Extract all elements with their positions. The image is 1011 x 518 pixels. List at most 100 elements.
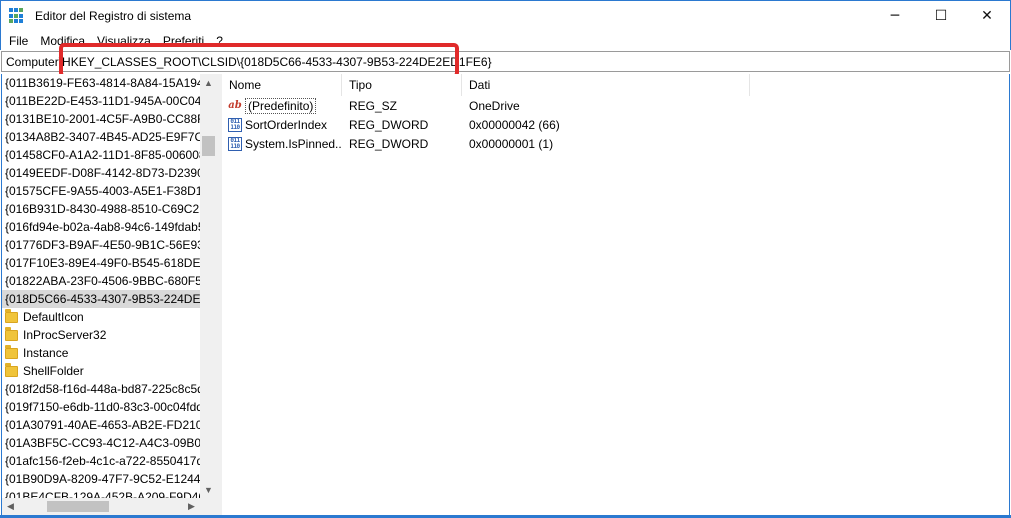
values-pane[interactable]: Nome Tipo Dati ab (Predefinito) REG_SZ OneD…	[222, 74, 1010, 515]
menu-file[interactable]: File	[3, 34, 34, 48]
tree-key-item[interactable]: {019f7150-e6db-11d0-83c3-00c04fdd	[2, 398, 200, 416]
tree-item-label: {017F10E3-89E4-49F0-B545-618DE31F	[5, 256, 200, 270]
title-bar: Editor del Registro di sistema ─ ☐ ✕	[0, 0, 1011, 31]
key-tree-list: {011B3619-FE63-4814-8A84-15A194C {011BE22…	[2, 74, 200, 498]
hscroll-thumb[interactable]	[47, 501, 109, 512]
tree-item-label: {0131BE10-2001-4C5F-A9B0-CC88FAI	[5, 112, 200, 126]
value-type: REG_SZ	[349, 98, 398, 113]
tree-item-label: {0149EEDF-D08F-4142-8D73-D23903D	[5, 166, 200, 180]
tree-item-label: {01575CFE-9A55-4003-A5E1-F38D1EE	[5, 184, 200, 198]
tree-subkey-item[interactable]: Instance	[2, 344, 200, 362]
tree-vertical-scrollbar[interactable]: ▲ ▼	[200, 74, 216, 498]
tree-item-label: DefaultIcon	[23, 310, 84, 324]
value-list: ab (Predefinito) REG_SZ OneDrive 011 110 Sort…	[222, 96, 1009, 153]
tree-key-item[interactable]: {016B931D-8430-4988-8510-C69C214	[2, 200, 200, 218]
column-header-data[interactable]: Dati	[462, 74, 750, 96]
tree-key-item[interactable]: {01BE4CFB-129A-452B-A209-F9D40B	[2, 488, 200, 498]
minimize-button[interactable]: ─	[872, 1, 918, 31]
regedit-app-icon	[9, 8, 25, 24]
binary-value-icon: 011 110	[228, 136, 242, 151]
value-name-cell: 011 110 System.IsPinned...	[222, 136, 342, 151]
tree-item-label: {011BE22D-E453-11D1-945A-00C04FE	[5, 94, 200, 108]
tree-key-item[interactable]: {0149EEDF-D08F-4142-8D73-D23903D	[2, 164, 200, 182]
tree-horizontal-scrollbar[interactable]: ◀ ▶	[2, 498, 200, 515]
value-name: SortOrderIndex	[245, 117, 328, 132]
tree-key-item[interactable]: {01458CF0-A1A2-11D1-8F85-0060089	[2, 146, 200, 164]
string-value-icon: ab	[228, 100, 242, 111]
tree-item-label: ShellFolder	[23, 364, 84, 378]
tree-key-item[interactable]: {018D5C66-4533-4307-9B53-224DE2E	[2, 290, 200, 308]
tree-item-label: {018D5C66-4533-4307-9B53-224DE2E	[5, 292, 200, 306]
scroll-corner	[200, 498, 216, 515]
tree-item-label: {011B3619-FE63-4814-8A84-15A194C	[5, 76, 200, 90]
tree-key-item[interactable]: {017F10E3-89E4-49F0-B545-618DE31F	[2, 254, 200, 272]
tree-item-label: {01afc156-f2eb-4c1c-a722-8550417d3	[5, 454, 200, 468]
scroll-down-icon[interactable]: ▼	[200, 481, 216, 498]
tree-key-item[interactable]: {018f2d58-f16d-448a-bd87-225c8c5d	[2, 380, 200, 398]
scroll-left-icon[interactable]: ◀	[2, 498, 19, 515]
address-path: Computer\HKEY_CLASSES_ROOT\CLSID\{018D5C…	[6, 54, 492, 69]
tree-item-label: {01458CF0-A1A2-11D1-8F85-0060089	[5, 148, 200, 162]
tree-key-item[interactable]: {01afc156-f2eb-4c1c-a722-8550417d3	[2, 452, 200, 470]
column-headers: Nome Tipo Dati	[222, 74, 1009, 96]
value-name: System.IsPinned...	[245, 136, 342, 151]
folder-icon	[5, 326, 18, 341]
scroll-up-icon[interactable]: ▲	[200, 74, 216, 91]
value-type: REG_DWORD	[349, 117, 429, 132]
tree-item-label: {01A3BF5C-CC93-4C12-A4C3-09B0BI	[5, 436, 200, 450]
value-name-cell: 011 110 SortOrderIndex	[222, 117, 342, 132]
close-button[interactable]: ✕	[964, 1, 1010, 31]
value-row[interactable]: ab (Predefinito) REG_SZ OneDrive	[222, 96, 1009, 115]
address-bar[interactable]: Computer\HKEY_CLASSES_ROOT\CLSID\{018D5C…	[1, 51, 1010, 72]
tree-key-item[interactable]: {01A3BF5C-CC93-4C12-A4C3-09B0BI	[2, 434, 200, 452]
maximize-button[interactable]: ☐	[918, 1, 964, 31]
binary-value-icon: 011 110	[228, 117, 242, 132]
menu-modifica[interactable]: Modifica	[34, 34, 91, 48]
menu-bar: File Modifica Visualizza Preferiti ?	[0, 31, 1011, 50]
tree-item-label: {016fd94e-b02a-4ab8-94c6-149fdab5	[5, 220, 200, 234]
tree-key-item[interactable]: {01B90D9A-8209-47F7-9C52-E1244BF	[2, 470, 200, 488]
tree-item-label: {0134A8B2-3407-4B45-AD25-E9F7C92	[5, 130, 200, 144]
menu-preferiti[interactable]: Preferiti	[157, 34, 210, 48]
column-header-name[interactable]: Nome	[222, 74, 342, 96]
value-row[interactable]: 011 110 System.IsPinned... REG_DWORD 0x0000…	[222, 134, 1009, 153]
menu-visualizza[interactable]: Visualizza	[91, 34, 157, 48]
value-name: (Predefinito)	[245, 97, 317, 114]
key-tree-pane[interactable]: {011B3619-FE63-4814-8A84-15A194C {011BE22…	[1, 74, 216, 515]
tree-key-item[interactable]: {011B3619-FE63-4814-8A84-15A194C	[2, 74, 200, 92]
tree-item-label: InProcServer32	[23, 328, 107, 342]
window-title: Editor del Registro di sistema	[35, 9, 192, 23]
tree-item-label: {01A30791-40AE-4653-AB2E-FD21001	[5, 418, 200, 432]
folder-icon	[5, 308, 18, 323]
tree-item-label: {01B90D9A-8209-47F7-9C52-E1244BF	[5, 472, 200, 486]
value-type: REG_DWORD	[349, 136, 429, 151]
tree-key-item[interactable]: {0134A8B2-3407-4B45-AD25-E9F7C92	[2, 128, 200, 146]
tree-item-label: {016B931D-8430-4988-8510-C69C214	[5, 202, 200, 216]
tree-item-label: Instance	[23, 346, 69, 360]
tree-key-item[interactable]: {01822ABA-23F0-4506-9BBC-680F5D(	[2, 272, 200, 290]
folder-icon	[5, 344, 18, 359]
scroll-thumb[interactable]	[202, 136, 215, 156]
tree-subkey-item[interactable]: ShellFolder	[2, 362, 200, 380]
value-data: 0x00000001 (1)	[469, 136, 554, 151]
tree-subkey-item[interactable]: InProcServer32	[2, 326, 200, 344]
tree-key-item[interactable]: {016fd94e-b02a-4ab8-94c6-149fdab5	[2, 218, 200, 236]
tree-key-item[interactable]: {01575CFE-9A55-4003-A5E1-F38D1EE	[2, 182, 200, 200]
folder-icon	[5, 362, 18, 377]
tree-item-label: {01822ABA-23F0-4506-9BBC-680F5D(	[5, 274, 200, 288]
value-row[interactable]: 011 110 SortOrderIndex REG_DWORD 0x00000042…	[222, 115, 1009, 134]
tree-subkey-item[interactable]: DefaultIcon	[2, 308, 200, 326]
tree-item-label: {019f7150-e6db-11d0-83c3-00c04fdd	[5, 400, 200, 414]
tree-key-item[interactable]: {01A30791-40AE-4653-AB2E-FD21001	[2, 416, 200, 434]
tree-key-item[interactable]: {011BE22D-E453-11D1-945A-00C04FE	[2, 92, 200, 110]
menu-help[interactable]: ?	[210, 34, 229, 48]
tree-key-item[interactable]: {01776DF3-B9AF-4E50-9B1C-56E9311	[2, 236, 200, 254]
tree-item-label: {01776DF3-B9AF-4E50-9B1C-56E9311	[5, 238, 200, 252]
tree-item-label: {018f2d58-f16d-448a-bd87-225c8c5d	[5, 382, 200, 396]
value-data: OneDrive	[469, 98, 520, 113]
value-data: 0x00000042 (66)	[469, 117, 560, 132]
tree-item-label: {01BE4CFB-129A-452B-A209-F9D40B	[5, 490, 200, 498]
tree-key-item[interactable]: {0131BE10-2001-4C5F-A9B0-CC88FAI	[2, 110, 200, 128]
column-header-type[interactable]: Tipo	[342, 74, 462, 96]
scroll-right-icon[interactable]: ▶	[183, 498, 200, 515]
